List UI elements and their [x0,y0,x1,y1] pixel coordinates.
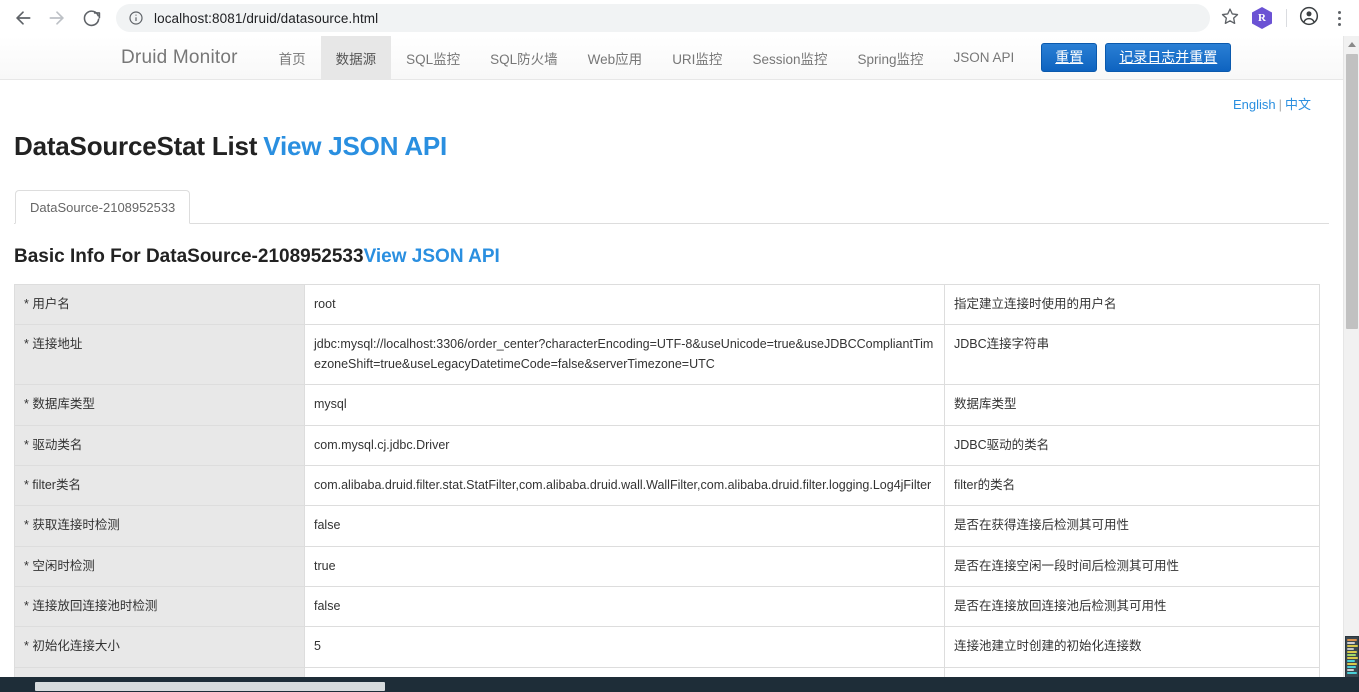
reset-button[interactable]: 重置 [1041,42,1098,73]
basic-info-table-body: * 用户名 root 指定建立连接时使用的用户名 * 连接地址 jdbc:mys… [14,283,1320,684]
nav-item-sql-monitor[interactable]: SQL监控 [391,36,475,79]
scroll-up-button[interactable] [1344,36,1359,52]
row-label: * filter类名 [14,464,305,507]
language-link-chinese[interactable]: 中文 [1285,97,1311,112]
back-arrow-icon [13,8,33,28]
row-description: JDBC驱动的类名 [944,424,1320,466]
row-label: * 用户名 [14,283,305,326]
row-value: com.alibaba.druid.filter.stat.StatFilter… [304,464,945,507]
row-value: com.mysql.cj.jdbc.Driver [304,424,945,466]
navbar-menu: 首页 数据源 SQL监控 SQL防火墙 Web应用 URI监控 Session监… [264,36,1030,79]
nav-item-session-monitor[interactable]: Session监控 [737,36,842,79]
row-value: jdbc:mysql://localhost:3306/order_center… [304,324,945,386]
nav-item-json-api[interactable]: JSON API [939,36,1030,79]
row-description: 是否在连接放回连接池后检测其可用性 [944,585,1320,628]
tab-datasource-2108952533[interactable]: DataSource-2108952533 [15,190,191,224]
chrome-menu-button[interactable] [1327,4,1351,32]
row-description: JDBC连接字符串 [944,324,1320,386]
row-value: root [304,283,945,326]
section-title-text: Basic Info For DataSource-2108952533 [14,246,364,267]
vertical-scrollbar-thumb[interactable] [1346,54,1358,329]
forward-button[interactable] [42,3,72,33]
basic-info-table: * 用户名 root 指定建立连接时使用的用户名 * 连接地址 jdbc:mys… [14,283,1320,684]
site-info-icon[interactable] [128,10,144,26]
page-title: DataSourceStat List View JSON API [14,131,1329,162]
row-description: 数据库类型 [944,384,1320,426]
view-json-api-link-section[interactable]: View JSON API [364,246,500,267]
table-row: * filter类名 com.alibaba.druid.filter.stat… [14,464,1320,507]
app-brand[interactable]: Druid Monitor [121,36,264,79]
back-button[interactable] [8,3,38,33]
datasource-tabs: DataSource-2108952533 [14,188,1329,224]
language-switcher: English | 中文 [14,80,1329,113]
page-title-text: DataSourceStat List [14,131,258,161]
row-label: * 数据库类型 [14,384,305,426]
row-value: false [304,585,945,628]
scrollbar-minimap[interactable] [1345,636,1359,680]
log-and-reset-button[interactable]: 记录日志并重置 [1105,42,1232,73]
horizontal-scrollbar[interactable] [0,681,1359,692]
table-row: * 数据库类型 mysql 数据库类型 [14,384,1320,426]
table-row: * 驱动类名 com.mysql.cj.jdbc.Driver JDBC驱动的类… [14,424,1320,466]
extension-badge-icon: R [1252,7,1272,29]
extension-button[interactable]: R [1252,7,1272,29]
url-text: localhost:8081/druid/datasource.html [154,10,379,26]
vertical-scrollbar[interactable] [1343,36,1359,692]
row-description: 是否在获得连接后检测其可用性 [944,505,1320,547]
nav-item-datasource[interactable]: 数据源 [320,36,392,79]
nav-item-home[interactable]: 首页 [264,36,321,79]
page-body: English | 中文 DataSourceStat List View JSON … [0,80,1343,684]
row-value: 5 [304,626,945,668]
reload-icon [82,9,101,28]
browser-chrome: localhost:8081/druid/datasource.html R [0,0,1359,36]
forward-arrow-icon [47,8,67,28]
address-bar[interactable]: localhost:8081/druid/datasource.html [116,4,1210,32]
table-row: * 连接放回连接池时检测 false 是否在连接放回连接池后检测其可用性 [14,585,1320,628]
chevron-up-icon [1347,41,1356,47]
view-json-api-link-top[interactable]: View JSON API [263,131,447,161]
row-label: * 连接地址 [14,324,305,386]
app-navbar: Druid Monitor 首页 数据源 SQL监控 SQL防火墙 Web应用 … [0,36,1343,80]
profile-button[interactable] [1295,4,1323,32]
nav-item-sql-firewall[interactable]: SQL防火墙 [475,36,573,79]
row-label: * 获取连接时检测 [14,505,305,547]
nav-item-web-app[interactable]: Web应用 [573,36,658,79]
row-value: mysql [304,384,945,426]
table-row: * 获取连接时检测 false 是否在获得连接后检测其可用性 [14,505,1320,547]
language-separator: | [1278,97,1282,112]
table-row: * 用户名 root 指定建立连接时使用的用户名 [14,283,1320,326]
nav-item-spring-monitor[interactable]: Spring监控 [842,36,938,79]
table-row: * 连接地址 jdbc:mysql://localhost:3306/order… [14,324,1320,386]
table-row: * 初始化连接大小 5 连接池建立时创建的初始化连接数 [14,626,1320,668]
row-value: true [304,545,945,588]
bookmark-button[interactable] [1216,4,1244,32]
toolbar-divider [1286,9,1287,27]
horizontal-scrollbar-thumb[interactable] [35,682,385,691]
row-description: 指定建立连接时使用的用户名 [944,283,1320,326]
row-label: * 连接放回连接池时检测 [14,585,305,628]
page-viewport: Druid Monitor 首页 数据源 SQL监控 SQL防火墙 Web应用 … [0,36,1359,692]
row-label: * 空闲时检测 [14,545,305,588]
chrome-toolbar-right: R [1216,4,1351,32]
row-label: * 驱动类名 [14,424,305,466]
table-row: * 空闲时检测 true 是否在连接空闲一段时间后检测其可用性 [14,545,1320,588]
page-content: Druid Monitor 首页 数据源 SQL监控 SQL防火墙 Web应用 … [0,36,1343,684]
navbar-actions: 重置 记录日志并重置 [1041,36,1232,79]
row-label: * 初始化连接大小 [14,626,305,668]
row-value: false [304,505,945,547]
row-description: filter的类名 [944,464,1320,507]
section-title: Basic Info For DataSource-2108952533View… [14,246,1329,268]
language-link-english[interactable]: English [1233,97,1276,112]
row-description: 连接池建立时创建的初始化连接数 [944,626,1320,668]
nav-item-uri-monitor[interactable]: URI监控 [657,36,737,79]
three-dot-menu-icon [1337,10,1341,14]
profile-avatar-icon [1299,6,1319,31]
reload-button[interactable] [76,3,106,33]
row-description: 是否在连接空闲一段时间后检测其可用性 [944,545,1320,588]
star-icon [1221,7,1239,30]
